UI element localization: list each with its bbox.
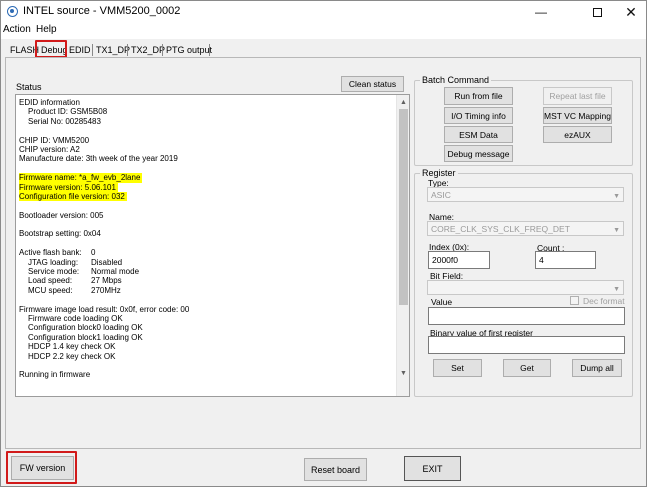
scroll-down-icon[interactable]: ▼ [397, 367, 409, 379]
status-log[interactable]: EDID information Product ID: GSM5B08 Ser… [15, 94, 410, 397]
close-button[interactable]: ✕ [611, 1, 647, 23]
debug-tab-highlight [35, 40, 67, 58]
esm-data-button[interactable]: ESM Data [444, 126, 513, 143]
type-value: ASIC [431, 190, 451, 200]
log-line: Bootstrap setting: 0x04 [19, 229, 101, 239]
log-line: Product ID: GSM5B08 [28, 107, 108, 117]
scroll-up-icon[interactable]: ▲ [397, 96, 409, 108]
log-value: 270MHz [91, 285, 121, 295]
repeat-last-file-button[interactable]: Repeat last file [543, 87, 612, 105]
log-line: Bootloader version: 005 [19, 210, 104, 220]
set-button[interactable]: Set [433, 359, 482, 377]
menu-help[interactable]: Help [36, 24, 57, 35]
log-line: Load speed: 27 Mbps [19, 276, 397, 285]
status-log-content: EDID information Product ID: GSM5B08 Ser… [19, 98, 397, 380]
log-line: HDCP 2.2 key check OK [28, 351, 116, 361]
index-input[interactable]: 2000f0 [428, 251, 490, 269]
run-from-file-button[interactable]: Run from file [444, 87, 513, 105]
log-value: Disabled [91, 257, 123, 267]
log-line: CHIP ID: VMM5200 [19, 135, 90, 145]
dec-format-checkbox[interactable] [570, 296, 579, 305]
chevron-down-icon: ▼ [613, 227, 620, 234]
register-title: Register [420, 168, 458, 178]
log-key: Service mode: [28, 267, 80, 277]
app-icon [7, 6, 18, 17]
log-key: Load speed: [28, 276, 73, 286]
value-label: Value [431, 297, 453, 307]
log-line: HDCP 1.4 key check OK [28, 342, 116, 352]
status-label: Status [16, 82, 42, 92]
window-title: INTEL source - VMM5200_0002 [23, 5, 181, 17]
io-timing-info-button[interactable]: I/O Timing info [444, 107, 513, 124]
dec-format-label: Dec format [583, 296, 625, 306]
log-line: Manufacture date: 3th week of the year 2… [19, 154, 178, 164]
log-line: Service mode: Normal mode [19, 267, 397, 276]
log-key: Active flash bank: [19, 248, 82, 258]
tab-separator [92, 44, 93, 56]
log-line: Firmware code loading OK [28, 313, 123, 323]
log-line: Active flash bank: 0 [19, 248, 397, 257]
value-input[interactable] [428, 307, 625, 325]
log-line: MCU speed: 270MHz [19, 286, 397, 295]
tab-separator [127, 44, 128, 56]
tab-separator [162, 44, 163, 56]
get-button[interactable]: Get [503, 359, 551, 377]
menu-action[interactable]: Action [3, 24, 31, 35]
dump-all-button[interactable]: Dump all [572, 359, 622, 377]
type-select[interactable]: ASIC ▼ [427, 187, 624, 202]
menu-bar: Action Help [1, 23, 646, 39]
tab-edid[interactable]: EDID [67, 43, 93, 57]
highlighted-text: Firmware name: *a_fw_evb_2lane [19, 173, 143, 183]
chevron-down-icon: ▼ [613, 286, 620, 293]
count-input[interactable]: 4 [535, 251, 596, 269]
scroll-thumb[interactable] [399, 109, 408, 305]
tab-separator [209, 44, 210, 56]
debug-message-button[interactable]: Debug message [444, 145, 513, 162]
maximize-icon [592, 7, 602, 17]
minimize-button[interactable]: — [521, 1, 561, 23]
name-select[interactable]: CORE_CLK_SYS_CLK_FREQ_DET ▼ [427, 221, 624, 236]
tab-ptg-output[interactable]: PTG output [164, 43, 214, 57]
log-line: EDID information [19, 98, 80, 107]
status-scrollbar[interactable]: ▲ ▼ [396, 95, 409, 396]
log-line-highlighted: Firmware version: 5.06.101 [19, 182, 397, 192]
log-line: Serial No: 00285483 [28, 116, 101, 126]
clean-status-button[interactable]: Clean status [341, 76, 404, 92]
log-key: JTAG loading: [28, 257, 79, 267]
log-line: Configuration block0 loading OK [28, 323, 143, 333]
log-line-highlighted: Firmware name: *a_fw_evb_2lane [19, 173, 397, 183]
name-value: CORE_CLK_SYS_CLK_FREQ_DET [431, 224, 570, 234]
log-value: Normal mode [91, 267, 140, 277]
close-icon: ✕ [625, 3, 637, 20]
title-bar: INTEL source - VMM5200_0002 — ✕ [1, 1, 646, 23]
log-key: MCU speed: [28, 285, 73, 295]
highlighted-text: Configuration file version: 032 [19, 191, 127, 202]
log-value: 0 [91, 248, 96, 258]
log-line: Configuration block1 loading OK [28, 332, 143, 342]
batch-command-title: Batch Command [420, 75, 492, 85]
chevron-down-icon: ▼ [613, 193, 620, 200]
highlighted-text: Firmware version: 5.06.101 [19, 182, 118, 192]
log-line: CHIP version: A2 [19, 144, 80, 154]
log-value: 27 Mbps [91, 276, 122, 286]
bit-field-select[interactable]: ▼ [427, 280, 624, 295]
mst-vc-mapping-button[interactable]: MST VC Mapping [543, 107, 612, 124]
log-line-highlighted: Configuration file version: 032 [19, 191, 397, 202]
reset-board-button[interactable]: Reset board [304, 458, 367, 481]
log-line: Running in firmware [19, 370, 91, 380]
fw-version-highlight [6, 451, 77, 484]
binary-value-input[interactable] [428, 336, 625, 354]
log-line: Firmware image load result: 0x0f, error … [19, 304, 190, 314]
log-line: JTAG loading: Disabled [19, 258, 397, 267]
minimize-icon: — [535, 5, 547, 19]
exit-button[interactable]: EXIT [404, 456, 461, 481]
ezaux-button[interactable]: ezAUX [543, 126, 612, 143]
